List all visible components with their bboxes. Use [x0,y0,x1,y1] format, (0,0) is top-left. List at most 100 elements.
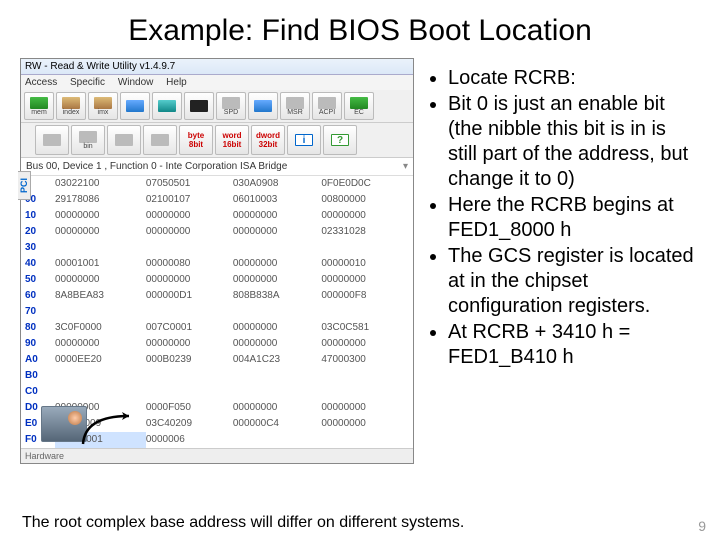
row-cell: 000000C4 [233,416,322,432]
table-row: B0 [21,368,413,384]
tool-b6[interactable] [184,92,214,120]
screenshot-pane: RW - Read & Write Utility v1.4.9.7 Acces… [20,58,414,464]
bullet-item: At RCRB + 3410 h = FED1_B410 h [448,320,700,370]
row-cell [146,368,233,384]
row-cell: 0F0E0D0C [321,176,413,192]
tool-ec[interactable]: EC [344,92,374,120]
row-cell [321,240,413,256]
row-cell: 00000000 [321,416,413,432]
row-cell [321,432,413,448]
tool-imx[interactable]: imx [88,92,118,120]
row-cell [146,384,233,400]
row-cell: 0000F050 [146,400,233,416]
row-cell [55,384,146,400]
app-window: RW - Read & Write Utility v1.4.9.7 Acces… [20,58,414,464]
tool-byte[interactable]: byte8bit [179,125,213,155]
tool-b8[interactable] [248,92,278,120]
table-row: A00000EE20000B0239004A1C2347000300 [21,352,413,368]
row-cell: 030A0908 [233,176,322,192]
row-offset: 10 [21,208,55,224]
status-bar: Hardware [21,448,413,463]
row-offset: C0 [21,384,55,400]
row-cell: 0000006 [146,432,233,448]
tool-word[interactable]: word16bit [215,125,249,155]
row-cell: 00000080 [146,256,233,272]
tool-help[interactable]: ? [323,125,357,155]
row-cell: 004A1C23 [233,352,322,368]
row-offset: 40 [21,256,55,272]
tool-msr[interactable]: MSR [280,92,310,120]
side-tab-pci[interactable]: PCI [18,171,31,200]
row-cell: 00000000 [233,320,322,336]
device-breadcrumb[interactable]: Bus 00, Device 1 , Function 0 - Inte Cor… [21,158,413,176]
menu-help[interactable]: Help [166,77,187,88]
row-cell [233,304,322,320]
row-cell: 00000010 [321,256,413,272]
row-cell [321,304,413,320]
row-cell: 00000000 [55,208,146,224]
row-offset: A0 [21,352,55,368]
row-cell [55,368,146,384]
row-cell: 29178086 [55,192,146,208]
row-cell [233,240,322,256]
row-cell: 02100107 [146,192,233,208]
tool-hex[interactable] [107,125,141,155]
row-cell: 00000000 [233,224,322,240]
menu-access[interactable]: Access [25,77,57,88]
row-offset: 50 [21,272,55,288]
menu-bar: Access Specific Window Help [21,75,413,90]
menu-window[interactable]: Window [118,77,154,88]
row-cell: 00001001 [55,256,146,272]
bullet-item: Here the RCRB begins at FED1_8000 h [448,193,700,243]
menu-specific[interactable]: Specific [70,77,105,88]
row-cell: 00000000 [146,272,233,288]
row-cell [55,240,146,256]
tool-b4[interactable] [120,92,150,120]
row-cell: 00000000 [321,272,413,288]
row-cell: 000B0239 [146,352,233,368]
tool-index[interactable]: index [56,92,86,120]
row-cell: 3C0F0000 [55,320,146,336]
row-cell: 00800000 [321,192,413,208]
row-cell [321,384,413,400]
tool-info[interactable]: i [287,125,321,155]
page-number: 9 [698,518,706,534]
row-cell: 00000000 [146,336,233,352]
tool-open[interactable] [35,125,69,155]
bullet-item: Bit 0 is just an enable bit (the nibble … [448,92,700,192]
table-row: 608A8BEA83000000D1808B838A000000F8 [21,288,413,304]
tool-b5[interactable] [152,92,182,120]
row-cell: 00000000 [233,400,322,416]
table-row: 1000000000000000000000000000000000 [21,208,413,224]
row-cell: 03C0C581 [321,320,413,336]
row-cell: 808B838A [233,288,322,304]
row-cell: 00000000 [233,336,322,352]
table-row: 0029178086021001070601000300800000 [21,192,413,208]
tool-save-bin[interactable]: bin [71,125,105,155]
row-cell: 8A8BEA83 [55,288,146,304]
row-cell [233,368,322,384]
tool-mem[interactable]: mem [24,92,54,120]
bullet-item: Locate RCRB: [448,66,700,91]
table-row: 2000000000000000000000000002331028 [21,224,413,240]
tool-dword[interactable]: dword32bit [251,125,285,155]
row-cell: 0000EE20 [55,352,146,368]
row-cell: 00000000 [233,272,322,288]
row-cell: 47000300 [321,352,413,368]
device-label: Bus 00, Device 1 , Function 0 - Inte Cor… [26,161,287,172]
row-cell [233,384,322,400]
row-cell: 03022100 [55,176,146,192]
table-row: 803C0F0000007C00010000000003C0C581 [21,320,413,336]
tool-find[interactable] [143,125,177,155]
table-row: 30 [21,240,413,256]
tool-acpi[interactable]: ACPI [312,92,342,120]
row-offset: 90 [21,336,55,352]
row-cell: 00000000 [321,336,413,352]
row-offset: 70 [21,304,55,320]
footnote: The root complex base address will diffe… [22,514,464,532]
row-cell [146,304,233,320]
row-cell: 00000000 [233,208,322,224]
row-cell: 03C40209 [146,416,233,432]
tool-spd[interactable]: SPD [216,92,246,120]
row-cell: 00000000 [233,256,322,272]
